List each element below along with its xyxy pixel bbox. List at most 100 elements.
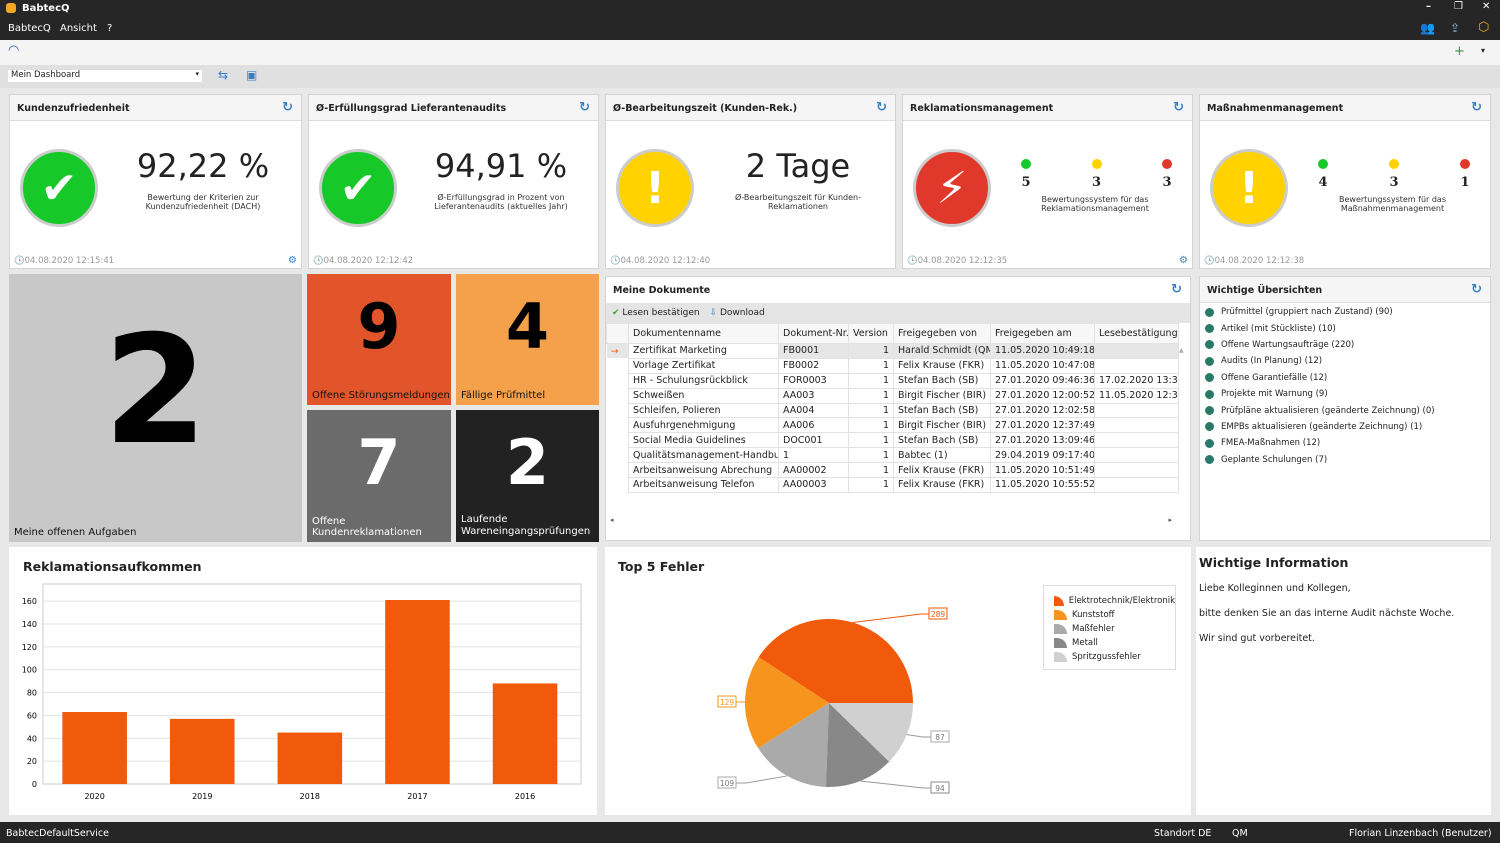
overview-link[interactable]: EMPBs aktualisieren (geänderte Zeichnung… — [1200, 419, 1490, 435]
overview-icon — [1205, 307, 1214, 317]
kpi-value: 94,91 % — [434, 147, 568, 185]
settings-icon[interactable]: ⚙ — [288, 255, 297, 266]
table-row[interactable]: Qualitätsmanagement-Handbuch 1 1 Babtec (1)… — [607, 447, 1179, 464]
table-row[interactable]: Schweißen AA003 1 Birgit Fischer (BIR) 27.01… — [607, 387, 1179, 404]
column-header[interactable]: Lesebestätigung — [1094, 323, 1179, 344]
table-cell: 1 — [848, 372, 894, 389]
download-button[interactable]: ⇩ Download — [710, 308, 765, 318]
x-tick-label: 2020 — [84, 792, 104, 801]
add-tab-button[interactable]: + — [1454, 44, 1465, 59]
overview-icon — [1205, 406, 1214, 416]
status-service: BabtecDefaultService — [6, 828, 109, 839]
table-row[interactable]: Arbeitsanweisung Abrechung AA00002 1 Felix … — [607, 462, 1179, 479]
menu-ansicht[interactable]: Ansicht — [60, 23, 97, 34]
overview-link[interactable]: Prüfpläne aktualisieren (geänderte Zeich… — [1200, 402, 1490, 418]
bar — [277, 732, 343, 784]
menu-help[interactable]: ? — [107, 23, 112, 34]
table-row[interactable]: Schleifen, Polieren AA004 1 Stefan Bach (SB… — [607, 402, 1179, 419]
refresh-icon[interactable]: ↻ — [1471, 282, 1482, 297]
column-header[interactable]: Freigegeben von — [893, 323, 991, 344]
refresh-icon[interactable]: ↻ — [876, 100, 887, 115]
y-tick-label: 0 — [32, 780, 37, 789]
overview-link[interactable]: Artikel (mit Stückliste) (10) — [1200, 320, 1490, 336]
clock-icon: 🕓 — [907, 256, 918, 266]
leader-line — [852, 613, 929, 623]
table-cell: 27.01.2020 12:02:58 — [990, 402, 1095, 419]
check-status-icon: ✔ — [20, 149, 98, 227]
row-indicator — [607, 388, 629, 403]
tile-label: Offene Störungsmeldungen — [312, 390, 450, 401]
tab-menu-chevron-icon[interactable]: ▾ — [1481, 46, 1485, 55]
green-dot-icon — [1318, 159, 1328, 169]
table-cell: 29.04.2019 09:17:40 — [990, 447, 1095, 464]
restore-button[interactable]: ❐ — [1454, 1, 1463, 12]
horizontal-scrollbar[interactable]: ◂ ▸ — [606, 516, 1178, 526]
table-row[interactable]: → Zertifikat Marketing FB0001 1 Harald Schmi… — [606, 343, 1179, 359]
kpi-timestamp: 04.08.2020 12:15:41 — [24, 256, 115, 266]
refresh-icon[interactable]: ↻ — [579, 100, 590, 115]
table-row[interactable]: Ausfuhrgenehmigung AA006 1 Birgit Fischer (… — [607, 417, 1179, 434]
tile-open-tasks[interactable]: 2 Meine offenen Aufgaben — [9, 274, 302, 542]
legend-item: Metall — [1054, 636, 1175, 650]
green-dot-icon — [1021, 159, 1031, 169]
overview-link[interactable]: Projekte mit Warnung (9) — [1200, 386, 1490, 402]
overview-link[interactable]: Geplante Schulungen (7) — [1200, 452, 1490, 468]
tile-pruefmittel[interactable]: 4 Fällige Prüfmittel — [456, 274, 599, 405]
new-dashboard-icon[interactable]: ▣ — [246, 68, 257, 82]
tile-wareneingangspruefungen[interactable]: 2 Laufende Wareneingangsprüfungen — [456, 410, 599, 542]
vertical-scrollbar[interactable]: ▲ — [1179, 347, 1188, 517]
tile-kundenreklamationen[interactable]: 7 Offene Kundenreklamationen — [307, 410, 451, 542]
legend-label: Spritzgussfehler — [1072, 652, 1141, 662]
menu-babtecq[interactable]: BabtecQ — [8, 23, 51, 34]
table-row[interactable]: Social Media Guidelines DOC001 1 Stefan Bac… — [607, 432, 1179, 449]
kpi-description: Ø-Erfüllungsgrad in Prozent von Lieferan… — [434, 193, 568, 211]
checkmark-icon: ✔ — [612, 308, 620, 318]
settings-icon[interactable]: ⚙ — [1179, 255, 1188, 266]
count-value: 3 — [1389, 175, 1399, 190]
minimize-button[interactable]: – — [1426, 1, 1431, 12]
table-cell: 27.01.2020 12:00:52 — [990, 387, 1095, 404]
count-yellow: 3 — [1389, 159, 1399, 190]
dashboard-select[interactable]: Mein Dashboard ▾ — [8, 70, 202, 82]
close-button[interactable]: ✕ — [1482, 1, 1490, 12]
table-cell: Social Media Guidelines — [628, 432, 779, 449]
logo-icon[interactable]: ⬡ — [1478, 20, 1489, 35]
table-row[interactable]: HR - Schulungsrückblick FOR0003 1 Stefan Ba… — [607, 372, 1179, 389]
table-cell — [1094, 477, 1179, 493]
table-row[interactable]: Arbeitsanweisung Telefon AA00003 1 Felix Kr… — [607, 477, 1179, 493]
overview-link[interactable]: Offene Wartungsaufträge (220) — [1200, 337, 1490, 353]
refresh-icon[interactable]: ↻ — [1173, 100, 1184, 115]
x-tick-label: 2019 — [192, 792, 212, 801]
confirm-read-label: Lesen bestätigen — [622, 308, 700, 318]
table-cell: Stefan Bach (SB) — [893, 372, 991, 389]
overview-link[interactable]: Audits (In Planung) (12) — [1200, 353, 1490, 369]
table-row[interactable]: Vorlage Zertifikat FB0002 1 Felix Krause (F… — [607, 357, 1179, 374]
sync-icon[interactable]: ⇆ — [218, 68, 228, 82]
confirm-read-button[interactable]: ✔ Lesen bestätigen — [612, 308, 700, 318]
overview-link[interactable]: Prüfmittel (gruppiert nach Zustand) (90) — [1200, 304, 1490, 320]
column-header[interactable]: Dokumentenname — [628, 323, 779, 344]
overview-link[interactable]: Offene Garantiefälle (12) — [1200, 370, 1490, 386]
download-label: Download — [720, 308, 765, 318]
overview-link[interactable]: FMEA-Maßnahmen (12) — [1200, 435, 1490, 451]
pie-chart-panel: Top 5 Fehler 289 129 109 94 87 Elektrotechni… — [605, 547, 1191, 815]
table-cell: 1 — [848, 357, 894, 374]
current-row-arrow-icon: → — [610, 345, 619, 357]
column-header[interactable]: Version — [848, 323, 894, 344]
data-label: 289 — [931, 610, 946, 619]
users-icon[interactable]: 👥 — [1420, 21, 1435, 35]
refresh-icon[interactable]: ↻ — [282, 100, 293, 115]
x-tick-label: 2017 — [407, 792, 427, 801]
refresh-icon[interactable]: ↻ — [1471, 100, 1482, 115]
table-cell: Qualitätsmanagement-Handbuch — [628, 447, 779, 464]
export-icon[interactable]: ⇪ — [1450, 21, 1460, 35]
table-cell: Schleifen, Polieren — [628, 402, 779, 419]
column-header[interactable]: Freigegeben am — [990, 323, 1095, 344]
table-cell: Arbeitsanweisung Abrechung — [628, 462, 779, 479]
tab-dashboard-gauge-icon[interactable]: ◠ — [8, 43, 19, 58]
refresh-icon[interactable]: ↻ — [1171, 282, 1182, 297]
column-header[interactable]: Dokument-Nr. — [778, 323, 849, 344]
table-cell: 11.05.2020 10:49:18 — [990, 343, 1095, 359]
table-cell: 1 — [848, 417, 894, 434]
tile-stoerungsmeldungen[interactable]: 9 Offene Störungsmeldungen — [307, 274, 451, 405]
